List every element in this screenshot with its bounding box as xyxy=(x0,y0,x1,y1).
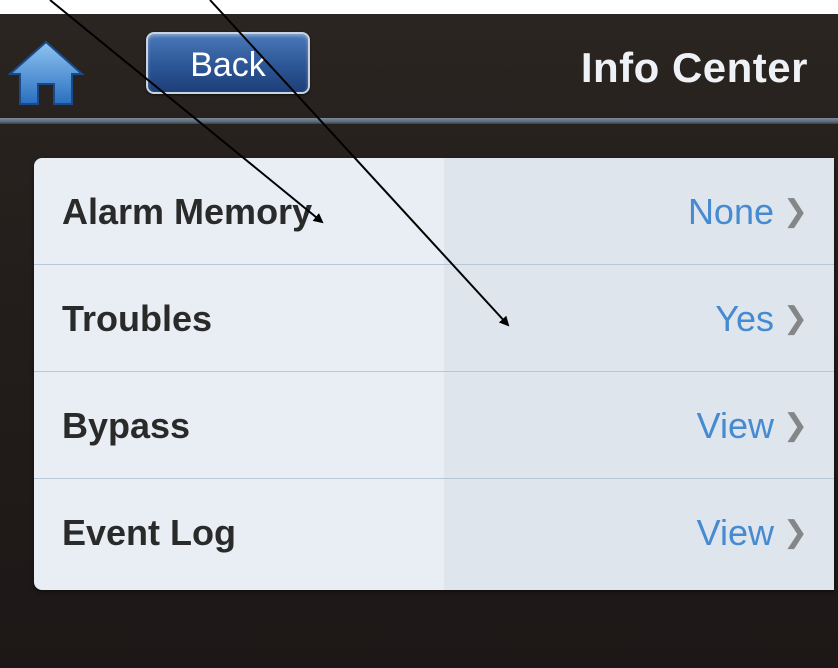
touchscreen-panel: Back Info Center Alarm Memory None ❯ Tro… xyxy=(0,14,838,668)
chevron-right-icon: ❯ xyxy=(782,302,808,335)
list-item-alarm-memory[interactable]: Alarm Memory None ❯ xyxy=(34,158,834,265)
list-item-troubles[interactable]: Troubles Yes ❯ xyxy=(34,265,834,372)
list-item-event-log[interactable]: Event Log View ❯ xyxy=(34,479,834,589)
row-value: View xyxy=(696,405,774,446)
header-bar: Back Info Center xyxy=(0,14,838,122)
home-button[interactable] xyxy=(6,38,138,105)
row-value: Yes xyxy=(715,298,774,339)
chevron-right-icon: ❯ xyxy=(782,516,808,549)
home-icon xyxy=(7,40,85,105)
row-label: Event Log xyxy=(62,512,237,553)
back-button[interactable]: Back xyxy=(146,32,310,94)
list-item-bypass[interactable]: Bypass View ❯ xyxy=(34,372,834,479)
info-list: Alarm Memory None ❯ Troubles Yes ❯ Bypas… xyxy=(34,158,834,590)
page-title: Info Center xyxy=(580,44,808,91)
row-value: View xyxy=(696,512,774,553)
header-divider xyxy=(0,118,838,124)
row-label: Troubles xyxy=(62,298,213,339)
row-value: None xyxy=(687,191,774,232)
chevron-right-icon: ❯ xyxy=(782,195,808,228)
row-label: Alarm Memory xyxy=(62,191,313,232)
row-label: Bypass xyxy=(62,405,191,446)
chevron-right-icon: ❯ xyxy=(782,409,808,442)
